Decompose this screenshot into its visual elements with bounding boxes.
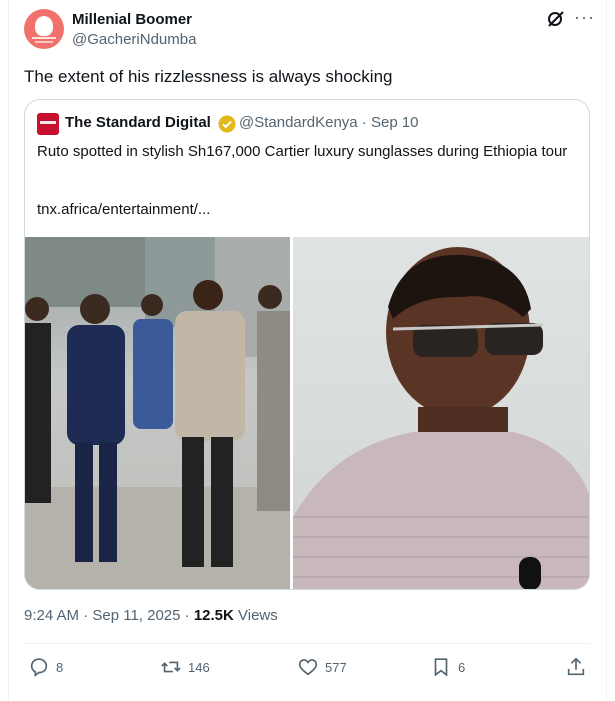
like-button[interactable]: 577	[297, 655, 347, 679]
photo-left[interactable]	[25, 237, 290, 589]
quoted-author-name: The Standard Digital	[65, 114, 211, 131]
more-icon[interactable]: ···	[574, 8, 594, 29]
bookmark-icon	[434, 658, 448, 677]
share-button[interactable]	[565, 655, 587, 679]
photo-right[interactable]	[293, 237, 589, 589]
like-count: 577	[325, 659, 347, 675]
bookmark-count: 6	[458, 659, 466, 675]
quoted-link[interactable]: tnx.africa/entertainment/...	[37, 201, 210, 218]
bird-logo-icon	[35, 16, 53, 36]
reply-icon	[30, 658, 48, 677]
reply-count: 8	[56, 659, 64, 675]
timestamp[interactable]: 9:24 AM · Sep 11, 2025 ·	[24, 607, 194, 624]
reply-button[interactable]: 8	[28, 655, 63, 679]
quoted-author-handle: @StandardKenya · Sep 10	[239, 114, 419, 131]
views-label: Views	[233, 607, 278, 624]
bookmark-button[interactable]: 6	[430, 655, 465, 679]
avatar[interactable]	[24, 9, 64, 49]
tweet-text: The extent of his rizzlessness is always…	[24, 67, 393, 86]
like-icon	[298, 659, 318, 676]
quoted-tweet-text: Ruto spotted in stylish Sh167,000 Cartie…	[37, 143, 568, 160]
share-icon	[567, 657, 585, 676]
repost-count: 146	[188, 659, 210, 675]
repost-button[interactable]: 146	[160, 655, 210, 679]
author-handle[interactable]: @GacheriNdumba	[72, 31, 196, 48]
divider	[24, 643, 590, 644]
verified-badge-icon	[218, 115, 236, 133]
standard-logo-icon	[37, 113, 59, 135]
views-count: 12.5K	[193, 607, 234, 624]
quoted-tweet[interactable]: The Standard Digital @StandardKenya · Se…	[24, 99, 590, 590]
author-name[interactable]: Millenial Boomer	[72, 11, 192, 28]
repost-icon	[161, 661, 181, 673]
grok-icon[interactable]	[546, 9, 566, 29]
timestamp-views: 9:24 AM · Sep 11, 2025 · 12.5K Views	[24, 607, 278, 624]
